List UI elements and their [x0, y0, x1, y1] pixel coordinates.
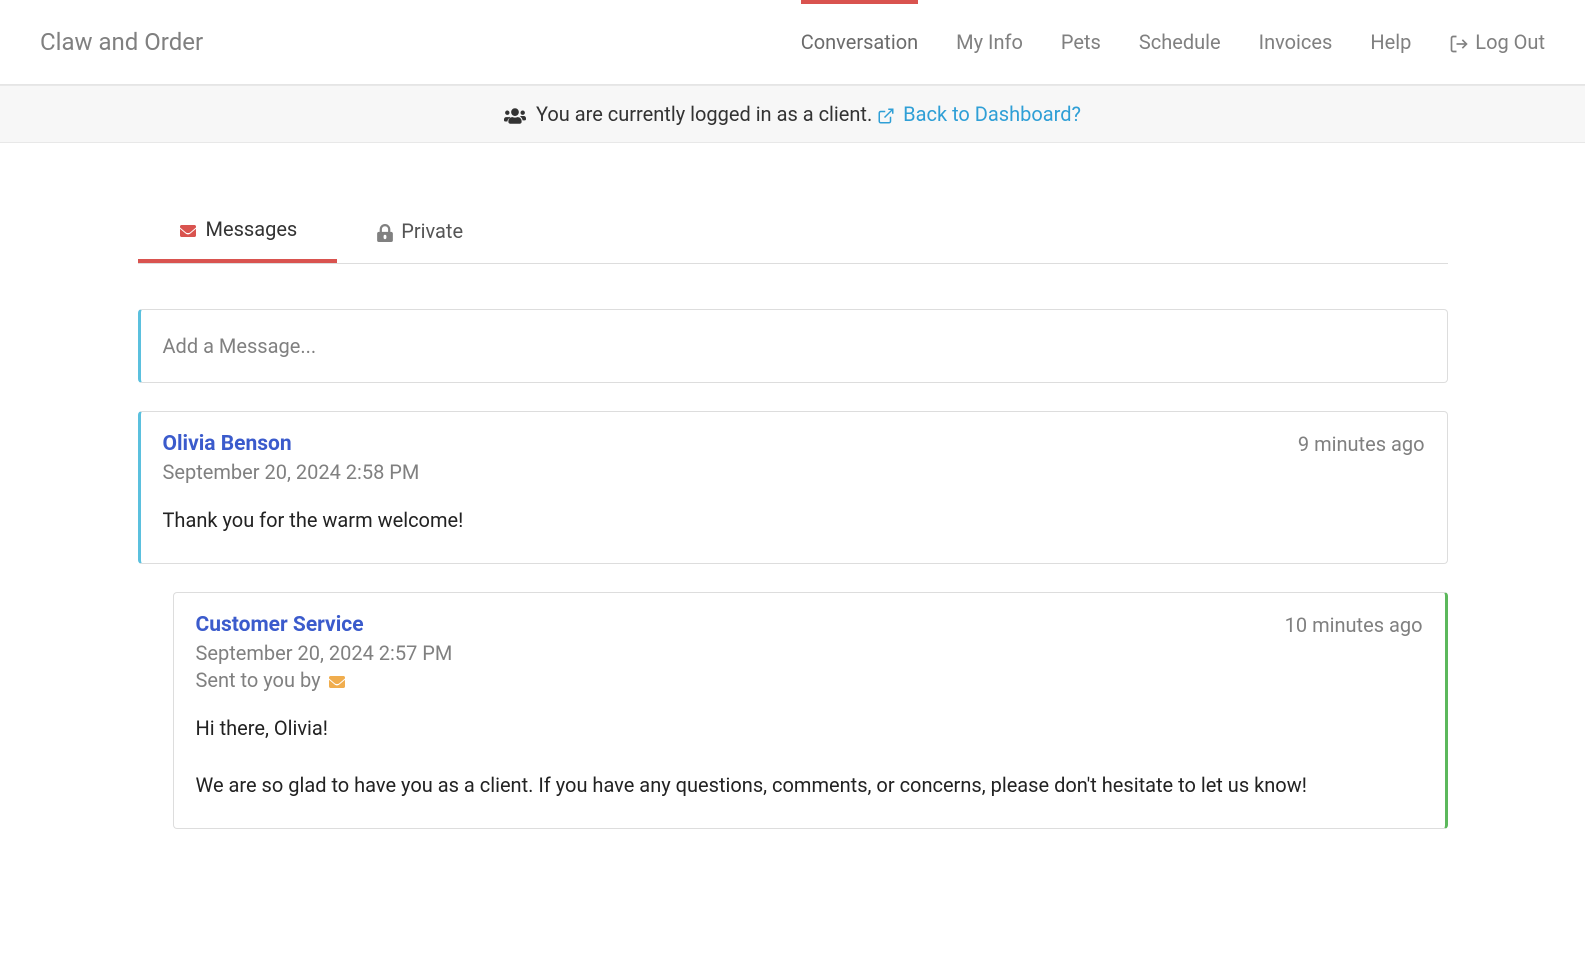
notice-text: You are currently logged in as a client. [536, 102, 877, 126]
envelope-icon [327, 668, 347, 692]
message-author[interactable]: Olivia Benson [163, 432, 420, 456]
tab-messages-label: Messages [206, 217, 298, 241]
nav-logout-label: Log Out [1475, 30, 1545, 54]
message-body: Hi there, Olivia! We are so glad to have… [196, 714, 1423, 800]
nav-invoices[interactable]: Invoices [1259, 0, 1333, 84]
external-link-icon [877, 102, 900, 126]
back-to-dashboard-link[interactable]: Back to Dashboard? [877, 102, 1081, 126]
back-to-dashboard-label: Back to Dashboard? [903, 102, 1081, 126]
message-meta: Olivia Benson September 20, 2024 2:58 PM [163, 432, 420, 484]
message-ago: 10 minutes ago [1285, 613, 1423, 637]
nav-logout[interactable]: Log Out [1449, 0, 1545, 84]
message-body: Thank you for the warm welcome! [163, 506, 1425, 535]
top-navbar: Claw and Order Conversation My Info Pets… [0, 0, 1585, 85]
message-sent-by: Sent to you by [196, 668, 453, 692]
tab-messages[interactable]: Messages [138, 203, 338, 263]
message-header: Customer Service September 20, 2024 2:57… [196, 613, 1423, 692]
compose-message-input[interactable]: Add a Message... [138, 309, 1448, 383]
nav-schedule[interactable]: Schedule [1139, 0, 1221, 84]
logout-icon [1449, 30, 1469, 54]
message-author[interactable]: Customer Service [196, 613, 453, 637]
message-text: We are so glad to have you as a client. … [196, 771, 1423, 800]
message-meta: Customer Service September 20, 2024 2:57… [196, 613, 453, 692]
message-text: Thank you for the warm welcome! [163, 506, 1425, 535]
nav-my-info[interactable]: My Info [956, 0, 1023, 84]
message-ago: 9 minutes ago [1298, 432, 1425, 456]
message-date: September 20, 2024 2:57 PM [196, 641, 453, 665]
tab-private-label: Private [401, 219, 463, 243]
nav-pets[interactable]: Pets [1061, 0, 1101, 84]
content-area: Messages Private Add a Message... Olivia… [138, 203, 1448, 869]
tabs: Messages Private [138, 203, 1448, 264]
notice-bar: You are currently logged in as a client.… [0, 85, 1585, 143]
message-date: September 20, 2024 2:58 PM [163, 460, 420, 484]
message-text: Hi there, Olivia! [196, 714, 1423, 743]
message-card-staff: Customer Service September 20, 2024 2:57… [173, 592, 1448, 829]
nav-conversation[interactable]: Conversation [801, 0, 918, 84]
tab-private[interactable]: Private [337, 203, 503, 263]
nav-help[interactable]: Help [1370, 0, 1411, 84]
users-icon [504, 102, 531, 126]
brand-title[interactable]: Claw and Order [40, 28, 203, 56]
message-card-client: Olivia Benson September 20, 2024 2:58 PM… [138, 411, 1448, 564]
nav-links: Conversation My Info Pets Schedule Invoi… [801, 0, 1545, 84]
message-header: Olivia Benson September 20, 2024 2:58 PM… [163, 432, 1425, 484]
lock-icon [377, 219, 393, 243]
sent-by-label: Sent to you by [196, 668, 321, 692]
envelope-icon [178, 217, 198, 241]
